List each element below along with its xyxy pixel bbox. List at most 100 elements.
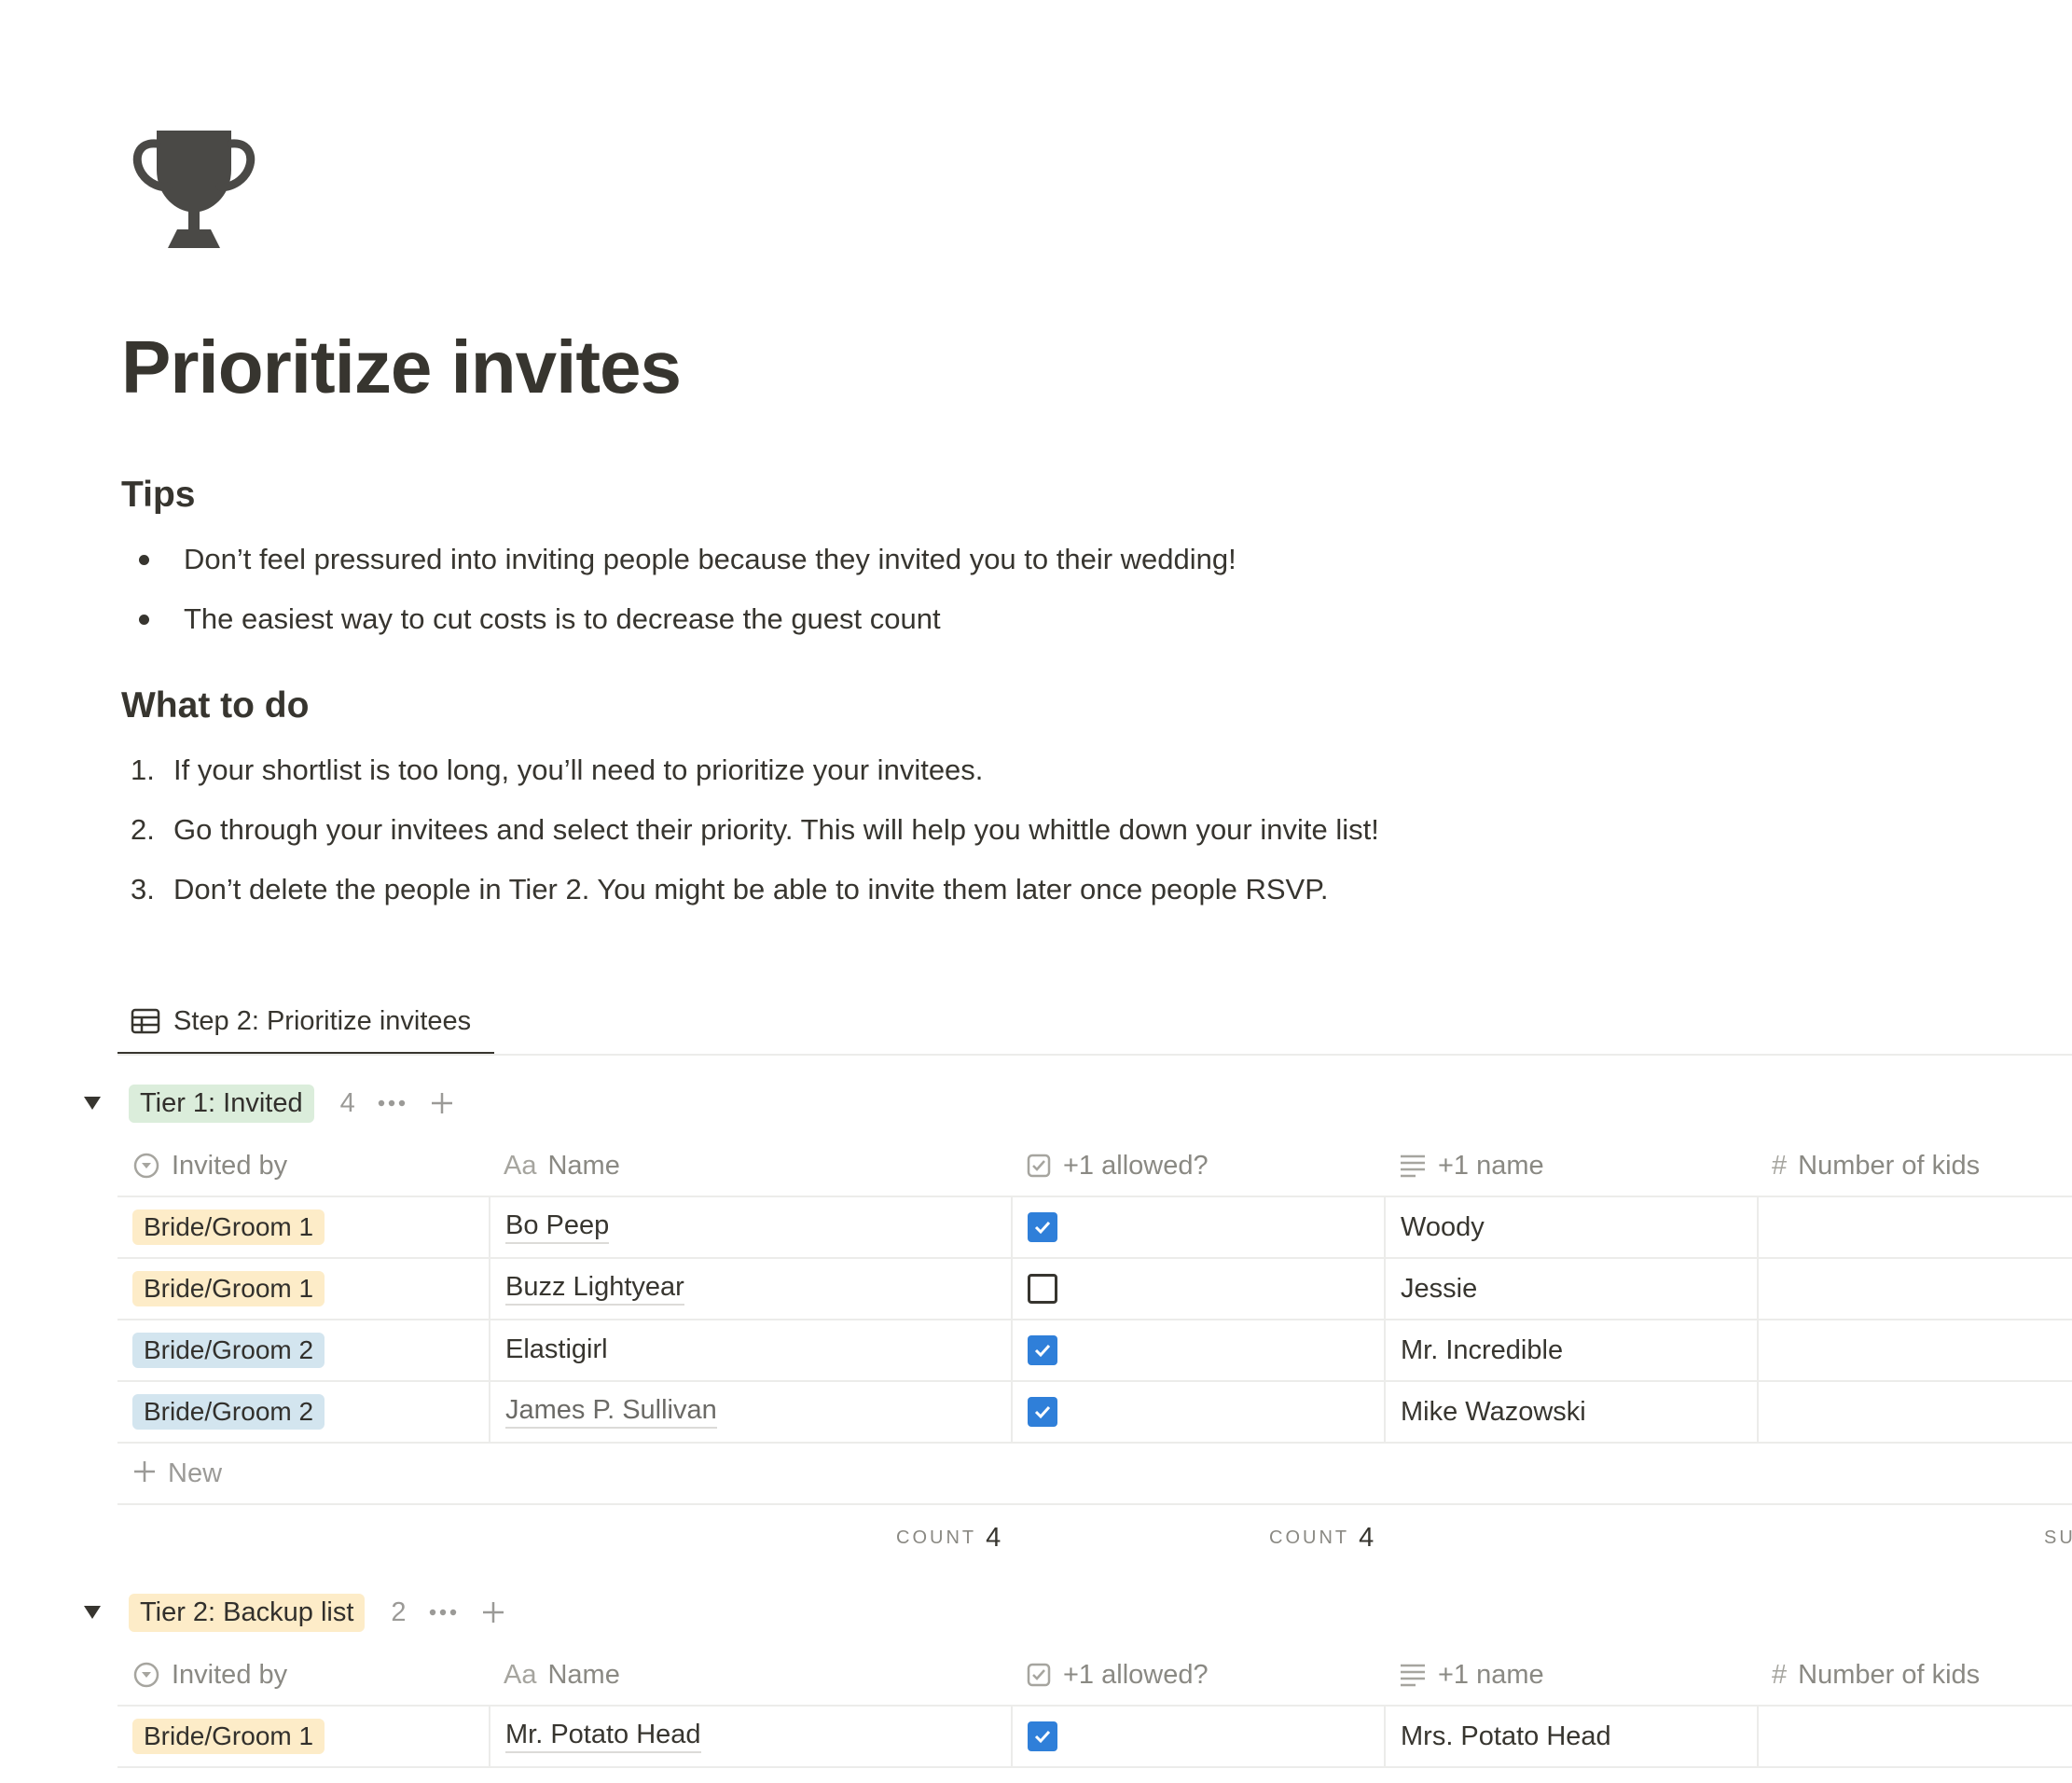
select-icon bbox=[132, 1152, 160, 1180]
list-number: 2. bbox=[131, 813, 155, 846]
column-header-number-of-kids[interactable]: # Number of kids bbox=[1757, 1136, 2072, 1196]
summary-value: 4 bbox=[1359, 1522, 1374, 1553]
tip-text: Don’t feel pressured into inviting peopl… bbox=[184, 543, 1236, 575]
hash-icon: # bbox=[1772, 1150, 1788, 1181]
number-of-kids-cell[interactable] bbox=[1757, 1197, 2072, 1257]
name-cell[interactable]: Mr. Potato Head bbox=[489, 1707, 1011, 1766]
group-tag: Tier 1: Invited bbox=[129, 1084, 314, 1123]
column-header-plus-one-allowed[interactable]: +1 allowed? bbox=[1011, 1136, 1384, 1196]
plus-one-name-cell[interactable]: Mr. Incredible bbox=[1384, 1320, 1757, 1380]
plus-one-name-cell[interactable]: Woody bbox=[1384, 1197, 1757, 1257]
text-type-icon: Aa bbox=[504, 1659, 537, 1690]
group-header-tier-2[interactable]: Tier 2: Backup list 2 bbox=[84, 1589, 530, 1636]
invited-by-cell[interactable]: Bride/Groom 1 bbox=[117, 1707, 489, 1766]
tip-text: The easiest way to cut costs is to decre… bbox=[184, 602, 941, 635]
number-of-kids-cell[interactable] bbox=[1757, 1382, 2072, 1442]
todo-item[interactable]: 2. Go through your invitees and select t… bbox=[131, 807, 1379, 853]
number-of-kids-cell[interactable] bbox=[1757, 1707, 2072, 1766]
name-cell[interactable]: Bo Peep bbox=[489, 1197, 1011, 1257]
view-tab-label: Step 2: Prioritize invitees bbox=[173, 1005, 472, 1036]
new-row-button[interactable]: New bbox=[117, 1444, 2072, 1505]
todo-item[interactable]: 3. Don’t delete the people in Tier 2. Yo… bbox=[131, 866, 1329, 913]
checkbox-checked[interactable] bbox=[1028, 1397, 1057, 1427]
plus-one-name-cell[interactable]: Mike Wazowski bbox=[1384, 1382, 1757, 1442]
name-cell[interactable]: James P. Sullivan bbox=[489, 1382, 1011, 1442]
checkbox-icon bbox=[1026, 1153, 1052, 1179]
name-cell[interactable]: Buzz Lightyear bbox=[489, 1259, 1011, 1319]
table-row[interactable]: Bride/Groom 1 Bo Peep Woody bbox=[117, 1197, 2072, 1259]
column-header-plus-one-name[interactable]: +1 name bbox=[1384, 1136, 1757, 1196]
column-header-name[interactable]: Aa Name bbox=[489, 1645, 1011, 1705]
database-view-tab[interactable]: Step 2: Prioritize invitees bbox=[117, 990, 494, 1056]
toggle-arrow-icon[interactable] bbox=[84, 1097, 101, 1110]
calculation-row: COUNT 4 COUNT 4 SU bbox=[117, 1505, 2072, 1570]
summary-name-count[interactable]: COUNT 4 bbox=[896, 1505, 1001, 1570]
name-text[interactable]: Bo Peep bbox=[505, 1210, 610, 1244]
column-header-plus-one-allowed[interactable]: +1 allowed? bbox=[1011, 1645, 1384, 1705]
new-row-label: New bbox=[168, 1458, 223, 1488]
plus-one-allowed-cell[interactable] bbox=[1011, 1320, 1384, 1380]
add-icon[interactable] bbox=[430, 1091, 454, 1115]
plus-one-allowed-cell[interactable] bbox=[1011, 1382, 1384, 1442]
group-header-tier-1[interactable]: Tier 1: Invited 4 bbox=[84, 1080, 478, 1126]
summary-label: COUNT bbox=[1269, 1527, 1350, 1548]
invited-by-tag: Bride/Groom 2 bbox=[132, 1333, 325, 1368]
name-text[interactable]: James P. Sullivan bbox=[505, 1395, 717, 1429]
todo-text: Don’t delete the people in Tier 2. You m… bbox=[173, 873, 1329, 905]
name-text[interactable]: Mr. Potato Head bbox=[505, 1720, 701, 1753]
plus-one-allowed-cell[interactable] bbox=[1011, 1707, 1384, 1766]
trophy-icon[interactable] bbox=[129, 121, 259, 252]
column-label: +1 name bbox=[1438, 1659, 1544, 1690]
invited-by-cell[interactable]: Bride/Groom 2 bbox=[117, 1320, 489, 1380]
table-row[interactable]: Bride/Groom 2 James P. Sullivan Mike Waz… bbox=[117, 1382, 2072, 1444]
name-text[interactable]: Elastigirl bbox=[505, 1334, 608, 1365]
name-text[interactable]: Buzz Lightyear bbox=[505, 1272, 684, 1306]
todo-heading: What to do bbox=[121, 685, 310, 726]
todo-item[interactable]: 1. If your shortlist is too long, you’ll… bbox=[131, 747, 983, 794]
more-options-icon[interactable] bbox=[429, 1608, 457, 1617]
invited-by-cell[interactable]: Bride/Groom 1 bbox=[117, 1197, 489, 1257]
column-header-invited-by[interactable]: Invited by bbox=[117, 1645, 489, 1705]
tip-item[interactable]: The easiest way to cut costs is to decre… bbox=[131, 596, 941, 643]
checkbox-unchecked[interactable] bbox=[1028, 1274, 1057, 1304]
plus-one-allowed-cell[interactable] bbox=[1011, 1197, 1384, 1257]
summary-value: 4 bbox=[986, 1522, 1001, 1553]
plus-one-allowed-cell[interactable] bbox=[1011, 1259, 1384, 1319]
plus-one-name-cell[interactable]: Jessie bbox=[1384, 1259, 1757, 1319]
summary-plus-one-count[interactable]: COUNT 4 bbox=[1269, 1505, 1374, 1570]
list-number: 1. bbox=[131, 753, 155, 786]
column-label: Name bbox=[547, 1150, 620, 1181]
tab-divider bbox=[117, 1054, 2072, 1056]
table-row[interactable]: Bride/Groom 2 Elastigirl Mr. Incredible bbox=[117, 1320, 2072, 1382]
checkbox-checked[interactable] bbox=[1028, 1721, 1057, 1751]
column-label: +1 name bbox=[1438, 1150, 1544, 1181]
table-row[interactable]: Bride/Groom 1 Buzz Lightyear Jessie bbox=[117, 1259, 2072, 1320]
column-header-plus-one-name[interactable]: +1 name bbox=[1384, 1645, 1757, 1705]
name-cell[interactable]: Elastigirl bbox=[489, 1320, 1011, 1380]
column-header-name[interactable]: Aa Name bbox=[489, 1136, 1011, 1196]
text-type-icon: Aa bbox=[504, 1150, 537, 1181]
toggle-arrow-icon[interactable] bbox=[84, 1606, 101, 1619]
page-title[interactable]: Prioritize invites bbox=[121, 326, 682, 408]
bullet-dot-icon bbox=[139, 554, 149, 565]
hash-icon: # bbox=[1772, 1659, 1788, 1690]
todo-text: Go through your invitees and select thei… bbox=[173, 813, 1379, 846]
tip-item[interactable]: Don’t feel pressured into inviting peopl… bbox=[131, 536, 1236, 583]
number-of-kids-cell[interactable] bbox=[1757, 1259, 2072, 1319]
column-label: Number of kids bbox=[1798, 1150, 1981, 1181]
number-of-kids-cell[interactable] bbox=[1757, 1320, 2072, 1380]
checkbox-checked[interactable] bbox=[1028, 1212, 1057, 1242]
summary-kids-sum[interactable]: SU bbox=[2044, 1505, 2072, 1570]
column-header-number-of-kids[interactable]: # Number of kids bbox=[1757, 1645, 2072, 1705]
invited-by-cell[interactable]: Bride/Groom 1 bbox=[117, 1259, 489, 1319]
column-label: Invited by bbox=[172, 1659, 288, 1690]
page: Prioritize invites Tips Don’t feel press… bbox=[0, 0, 2072, 1783]
invited-by-cell[interactable]: Bride/Groom 2 bbox=[117, 1382, 489, 1442]
add-icon[interactable] bbox=[481, 1600, 505, 1624]
plus-one-name-cell[interactable]: Mrs. Potato Head bbox=[1384, 1707, 1757, 1766]
checkbox-checked[interactable] bbox=[1028, 1335, 1057, 1365]
table-row[interactable]: Bride/Groom 1 Mr. Potato Head Mrs. Potat… bbox=[117, 1707, 2072, 1768]
todo-text: If your shortlist is too long, you’ll ne… bbox=[173, 753, 984, 786]
column-header-invited-by[interactable]: Invited by bbox=[117, 1136, 489, 1196]
more-options-icon[interactable] bbox=[378, 1099, 406, 1108]
